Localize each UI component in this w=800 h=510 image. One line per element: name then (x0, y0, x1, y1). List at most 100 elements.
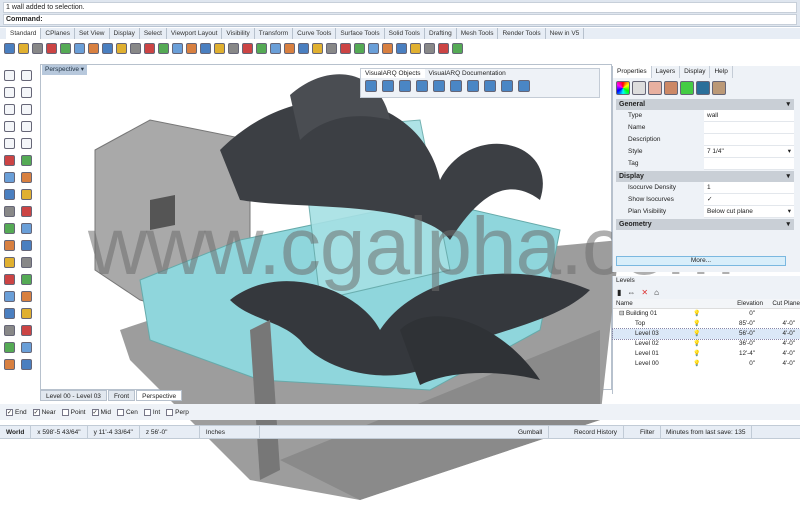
record-history-toggle[interactable]: Record History (568, 426, 624, 439)
col-cut-plane[interactable]: Cut Plane (763, 299, 800, 308)
railing-icon[interactable] (484, 80, 496, 92)
z-coordinate: z 56'-0" (140, 426, 200, 438)
tab-level-00-03[interactable]: Level 00 - Level 03 (40, 390, 107, 401)
filter-toggle[interactable]: Filter (634, 426, 662, 439)
level-row[interactable]: Level 02 💡 36'-0" 4'-0" (613, 339, 800, 349)
lightbulb-icon[interactable]: 💡 (681, 319, 713, 329)
level-cut-plane (755, 309, 795, 319)
osnap-near[interactable]: ✓ Near (32, 408, 56, 416)
level-name: Level 00 (635, 360, 659, 367)
level-elevation: 56'-0" (738, 330, 755, 337)
wall-icon[interactable] (365, 80, 377, 92)
property-value[interactable] (704, 122, 794, 134)
tab-help[interactable]: Help (710, 66, 733, 78)
checkbox[interactable]: ✓ (91, 408, 99, 416)
osnap-point[interactable]: Point (61, 408, 86, 416)
osnap-int[interactable]: Int (143, 408, 160, 416)
lightbulb-icon[interactable]: 💡 (681, 339, 713, 349)
property-row: Name (616, 122, 794, 134)
visualarq-icon[interactable] (696, 81, 710, 95)
new-level-icon[interactable]: ▮ (617, 288, 621, 297)
checkbox[interactable] (166, 408, 174, 416)
level-cut-plane: 4'-0" (782, 330, 795, 337)
tab-visualarq-documentation[interactable]: VisualARQ Documentation (425, 69, 510, 78)
move-level-icon[interactable]: ⇔ (627, 288, 635, 297)
property-label: Name (628, 124, 646, 131)
window-icon[interactable] (450, 80, 462, 92)
osnap-cen[interactable]: Cen (116, 408, 138, 416)
tab-layers[interactable]: Layers (652, 66, 681, 78)
beam-icon[interactable] (467, 80, 479, 92)
level-row[interactable]: Level 00 💡 0" 4'-0" (613, 359, 800, 369)
level-cut-plane: 4'-0" (782, 320, 795, 327)
section-general[interactable]: General (616, 99, 794, 110)
osnap-label: Mid (100, 408, 111, 416)
decal-icon[interactable] (664, 81, 678, 95)
texture-icon[interactable] (648, 81, 662, 95)
tab-display[interactable]: Display (680, 66, 711, 78)
property-row: Type wall (616, 110, 794, 122)
property-value[interactable]: 1 (704, 182, 794, 194)
tab-visualarq-objects[interactable]: VisualARQ Objects (361, 69, 425, 78)
section-display[interactable]: Display (616, 171, 794, 182)
roof-icon[interactable] (501, 80, 513, 92)
gumball-toggle[interactable]: Gumball (512, 426, 550, 439)
tab-front[interactable]: Front (107, 390, 136, 401)
level-elevation: 0" (749, 310, 755, 317)
material-icon[interactable] (632, 81, 646, 95)
property-row: Description (616, 134, 794, 146)
wall-properties-icon[interactable] (680, 81, 694, 95)
level-row[interactable]: ⊟ Building 01 💡 0" (613, 309, 800, 319)
tab-perspective[interactable]: Perspective (136, 390, 183, 401)
lightbulb-icon[interactable]: 💡 (681, 359, 713, 369)
osnap-label: Cen (125, 408, 138, 416)
checkbox[interactable]: ✓ (6, 408, 13, 416)
osnap-end[interactable]: ✓ End (6, 408, 27, 416)
last-save: Minutes from last save: 135 (660, 426, 753, 439)
door-icon[interactable] (433, 80, 445, 92)
building-icon[interactable]: ⌂ (654, 288, 659, 297)
level-row[interactable]: Level 03 💡 56'-0" 4'-0" (612, 328, 800, 340)
cplane-indicator[interactable]: World (0, 426, 32, 438)
property-value[interactable] (704, 158, 794, 170)
property-value[interactable]: Below cut plane (704, 206, 794, 218)
osnap-perp[interactable]: Perp (166, 408, 189, 416)
attributes-icon[interactable] (712, 81, 726, 95)
property-label: Description (628, 136, 661, 143)
lightbulb-icon[interactable]: 💡 (681, 309, 713, 319)
object-properties-icon[interactable] (616, 81, 630, 95)
property-label: Style (628, 148, 643, 155)
col-elevation[interactable]: Elevation (706, 299, 763, 308)
curtain-wall-icon[interactable] (382, 80, 394, 92)
osnap-mid[interactable]: ✓ Mid (91, 408, 111, 416)
lightbulb-icon[interactable]: 💡 (681, 349, 713, 359)
more-button[interactable]: More... (616, 256, 786, 266)
stair-icon[interactable] (518, 80, 530, 92)
property-value[interactable]: 7 1/4" (704, 146, 794, 158)
checkbox[interactable]: ✓ (32, 408, 40, 416)
osnap-label: Point (70, 408, 86, 416)
property-row: Isocurve Density 1 (616, 182, 794, 194)
viewport-title-tab[interactable]: Perspective ▾ (42, 65, 88, 75)
slab-icon[interactable] (399, 80, 411, 92)
col-name[interactable]: Name (613, 299, 676, 308)
level-cut-plane: 4'-0" (782, 350, 795, 357)
x-coordinate: x 598'-5 43/64" (31, 426, 88, 438)
section-geometry[interactable]: Geometry (616, 219, 794, 230)
column-icon[interactable] (416, 80, 428, 92)
property-value[interactable]: ✓ (704, 194, 794, 206)
delete-level-icon[interactable]: ✕ (641, 288, 648, 297)
checkbox[interactable] (116, 408, 124, 416)
checkbox[interactable] (143, 408, 151, 416)
level-cut-plane: 4'-0" (782, 340, 795, 347)
lightbulb-icon[interactable]: 💡 (681, 329, 713, 339)
property-page-icons (613, 78, 800, 98)
property-value[interactable] (704, 134, 794, 146)
units[interactable]: Inches (200, 426, 260, 438)
level-row[interactable]: Level 01 💡 12'-4" 4'-0" (613, 349, 800, 359)
property-value[interactable]: wall (704, 110, 794, 122)
level-row[interactable]: Top 💡 85'-0" 4'-0" (613, 319, 800, 329)
tab-properties[interactable]: Properties (613, 66, 652, 78)
checkbox[interactable] (61, 408, 69, 416)
property-row: Show Isocurves ✓ (616, 194, 794, 206)
